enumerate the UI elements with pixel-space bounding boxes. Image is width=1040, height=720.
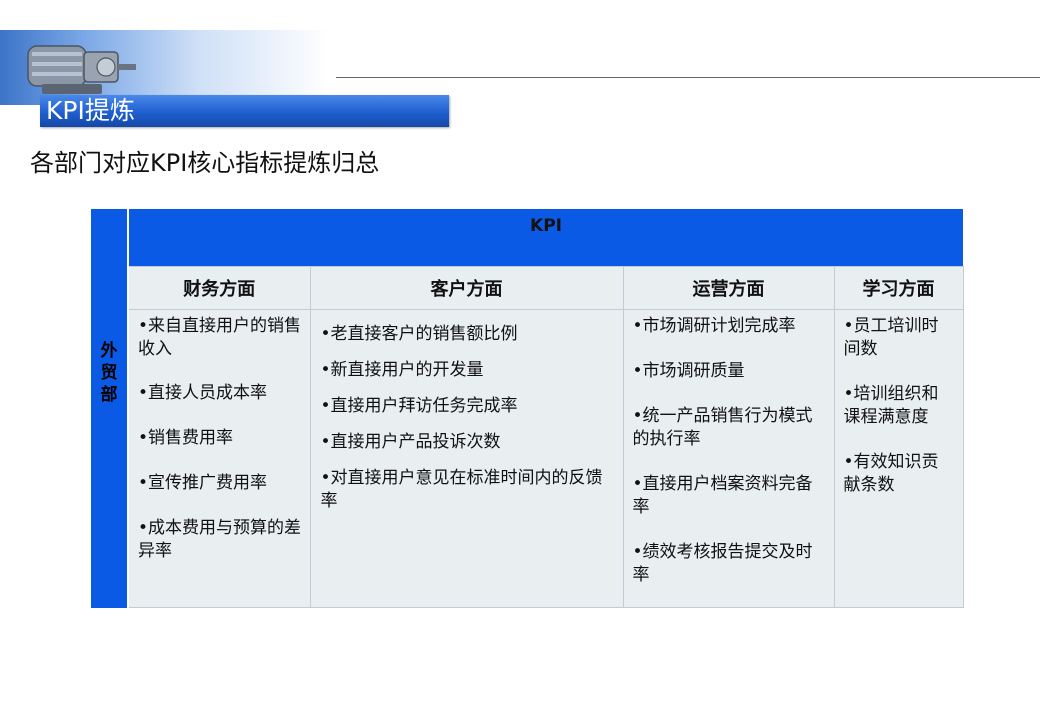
kpi-item: •员工培训时间数	[843, 316, 939, 359]
kpi-item: •培训组织和课程满意度	[843, 384, 939, 427]
kpi-item: •直接用户产品投诉次数	[320, 432, 501, 452]
kpi-item: •统一产品销售行为模式的执行率	[632, 406, 813, 449]
title-bar: KPI提炼	[40, 95, 449, 127]
kpi-item: •市场调研计划完成率	[632, 316, 796, 336]
kpi-item: •直接人员成本率	[138, 383, 268, 403]
category-header-finance: 财务方面	[127, 266, 311, 310]
operations-kpi-cell: •市场调研计划完成率 •市场调研质量 •统一产品销售行为模式的执行率 •直接用户…	[622, 309, 835, 608]
kpi-item: •成本费用与预算的差异率	[138, 518, 302, 561]
table-corner	[91, 209, 129, 310]
dept-char: 外	[100, 340, 118, 361]
kpi-item: •宣传推广费用率	[138, 473, 268, 493]
dept-char: 部	[100, 384, 118, 405]
finance-kpi-cell: •来自直接用户的销售收入 •直接人员成本率 •销售费用率 •宣传推广费用率 •成…	[127, 309, 311, 608]
header-rule	[336, 77, 1040, 78]
page-title: KPI提炼	[46, 96, 135, 125]
kpi-item: •来自直接用户的销售收入	[138, 316, 302, 359]
dept-char: 贸	[100, 362, 118, 383]
customer-kpi-cell: •老直接客户的销售额比例 •新直接用户的开发量 •直接用户拜访任务完成率 •直接…	[309, 309, 624, 608]
category-header-operations: 运营方面	[622, 266, 835, 310]
kpi-item: •销售费用率	[138, 428, 234, 448]
kpi-item: •对直接用户意见在标准时间内的反馈率	[320, 468, 603, 511]
kpi-item: •新直接用户的开发量	[320, 360, 484, 380]
kpi-item: •绩效考核报告提交及时率	[632, 542, 813, 585]
kpi-item: •市场调研质量	[632, 361, 745, 381]
category-header-customer: 客户方面	[309, 266, 624, 310]
kpi-item: •老直接客户的销售额比例	[320, 324, 518, 344]
kpi-header: KPI	[128, 209, 964, 267]
kpi-item: •直接用户拜访任务完成率	[320, 396, 518, 416]
category-header-learning: 学习方面	[833, 266, 964, 310]
kpi-item: •有效知识贡献条数	[843, 452, 939, 495]
kpi-table: KPI 财务方面 客户方面 运营方面 学习方面 外 贸 部 •来自直接用户的销售…	[91, 209, 964, 608]
kpi-item: •直接用户档案资料完备率	[632, 474, 813, 517]
dept-label: 外 贸 部	[91, 309, 129, 608]
page-subtitle: 各部门对应KPI核心指标提炼归总	[30, 149, 380, 177]
learning-kpi-cell: •员工培训时间数 •培训组织和课程满意度 •有效知识贡献条数	[833, 309, 964, 608]
motor-graphic	[27, 45, 136, 94]
